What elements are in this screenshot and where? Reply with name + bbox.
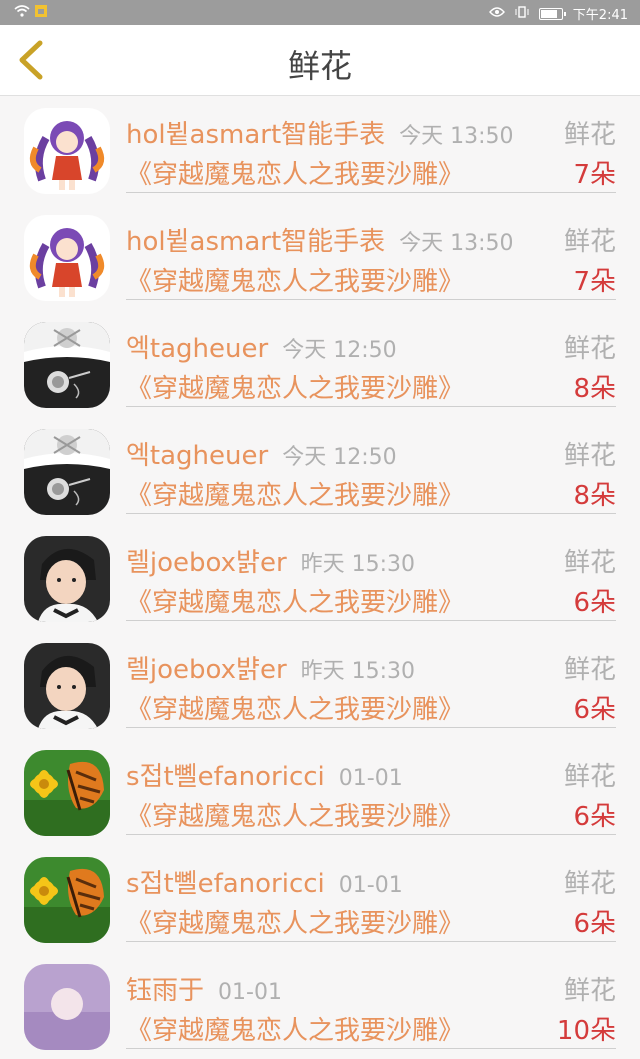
vibrate-icon [515,5,529,22]
flower-count: 6朵 [573,909,616,939]
sim-icon [34,5,48,22]
list-item-info: 엑tagheuer 今天 12:50 鲜花《穿越魔鬼恋人之我要沙雕》 8朵 [126,417,616,514]
list-item-info: s접t뼬efanoricci 01-01 鲜花《穿越魔鬼恋人之我要沙雕》 6朵 [126,845,616,942]
page-title: 鲜花 [287,47,352,85]
list-item[interactable]: 엑tagheuer 今天 12:50 鲜花《穿越魔鬼恋人之我要沙雕》 8朵 [0,310,640,417]
book-title[interactable]: 《穿越魔鬼恋人之我要沙雕》 [126,582,464,619]
list-item-info: 렐joebox뱕er 昨天 15:30 鲜花《穿越魔鬼恋人之我要沙雕》 6朵 [126,524,616,621]
list-item-info: hol뷭asmart智能手表 今天 13:50 鲜花《穿越魔鬼恋人之我要沙雕》 7朵 [126,96,616,193]
list-item-header: s접t뼬efanoricci 01-01 [126,863,403,900]
list-item[interactable]: hol뷭asmart智能手表 今天 13:50 鲜花《穿越魔鬼恋人之我要沙雕》 7朵 [0,96,640,203]
list-item-info: s접t뼬efanoricci 01-01 鲜花《穿越魔鬼恋人之我要沙雕》 6朵 [126,738,616,835]
flower-count: 7朵 [573,160,616,190]
timestamp: 今天 12:50 [282,445,397,470]
timestamp: 01-01 [338,766,403,791]
timestamp: 01-01 [218,980,282,1005]
list-item-info: 엑tagheuer 今天 12:50 鲜花《穿越魔鬼恋人之我要沙雕》 8朵 [126,310,616,407]
gift-type-label: 鲜花 [563,334,616,364]
gift-type-label: 鲜花 [563,441,616,471]
flower-count: 10朵 [556,1016,616,1046]
timestamp: 今天 13:50 [399,231,514,256]
avatar[interactable] [24,108,110,194]
avatar[interactable] [24,322,110,408]
book-title[interactable]: 《穿越魔鬼恋人之我要沙雕》 [126,154,464,191]
list-item[interactable]: 钰雨于 01-01 鲜花《穿越魔鬼恋人之我要沙雕》 10朵 [0,952,640,1059]
timestamp: 昨天 15:30 [300,659,416,684]
flower-count: 7朵 [573,267,616,297]
list-item-header: 钰雨于 01-01 [126,970,282,1007]
status-time: 下午2:41 [572,8,628,23]
book-title[interactable]: 《穿越魔鬼恋人之我要沙雕》 [126,368,464,405]
list-item-info: 렐joebox뱕er 昨天 15:30 鲜花《穿越魔鬼恋人之我要沙雕》 6朵 [126,631,616,728]
timestamp: 今天 13:50 [399,124,514,149]
gift-type-label: 鲜花 [563,227,616,257]
list-item[interactable]: s접t뼬efanoricci 01-01 鲜花《穿越魔鬼恋人之我要沙雕》 6朵 [0,738,640,845]
timestamp: 昨天 15:30 [300,552,416,577]
gift-type-label: 鲜花 [563,548,616,578]
user-name[interactable]: 렐joebox뱕er [126,548,287,578]
user-name[interactable]: 렐joebox뱕er [126,655,287,685]
avatar[interactable] [24,536,110,622]
book-title[interactable]: 《穿越魔鬼恋人之我要沙雕》 [126,475,464,512]
status-left-icons [14,4,48,22]
avatar[interactable] [24,857,110,943]
list-item[interactable]: 엑tagheuer 今天 12:50 鲜花《穿越魔鬼恋人之我要沙雕》 8朵 [0,417,640,524]
flower-list: hol뷭asmart智能手表 今天 13:50 鲜花 《穿越魔鬼恋人之我要沙雕》 7朵 h… [0,96,640,1059]
avatar[interactable] [24,429,110,515]
user-name[interactable]: 钰雨于 [126,976,204,1006]
battery-icon [538,7,566,20]
avatar[interactable] [24,215,110,301]
eye-icon [488,6,505,22]
list-item-header: 렐joebox뱕er 昨天 15:30 [126,542,415,579]
flower-count: 6朵 [573,695,616,725]
flower-count: 6朵 [573,802,616,832]
status-bar: 下午2:41 [0,0,640,25]
timestamp: 今天 12:50 [282,338,397,363]
user-name[interactable]: hol뷭asmart智能手表 [126,227,385,257]
list-item-header: 엑tagheuer 今天 12:50 [126,328,397,365]
header-bar: 鲜花 [0,25,640,96]
book-title[interactable]: 《穿越魔鬼恋人之我要沙雕》 [126,1010,464,1047]
user-name[interactable]: 엑tagheuer [126,441,268,471]
list-item[interactable]: s접t뼬efanoricci 01-01 鲜花《穿越魔鬼恋人之我要沙雕》 6朵 [0,845,640,952]
list-item[interactable]: 렐joebox뱕er 昨天 15:30 鲜花《穿越魔鬼恋人之我要沙雕》 6朵 [0,524,640,631]
list-item-header: s접t뼬efanoricci 01-01 [126,756,403,793]
flower-count: 8朵 [573,481,616,511]
list-item-header: 렐joebox뱕er 昨天 15:30 [126,649,415,686]
list-item-header: 엑tagheuer 今天 12:50 [126,435,397,472]
list-item-header: hol뷭asmart智能手表 今天 13:50 [126,114,514,151]
avatar[interactable] [24,750,110,836]
list-item[interactable]: hol뷭asmart智能手表 今天 13:50 鲜花《穿越魔鬼恋人之我要沙雕》 7朵 [0,203,640,310]
list-item-info: 钰雨于 01-01 鲜花《穿越魔鬼恋人之我要沙雕》 10朵 [126,952,616,1049]
list-item[interactable]: 렐joebox뱕er 昨天 15:30 鲜花《穿越魔鬼恋人之我要沙雕》 6朵 [0,631,640,738]
book-title[interactable]: 《穿越魔鬼恋人之我要沙雕》 [126,796,464,833]
status-right: 下午2:41 [488,4,628,23]
book-title[interactable]: 《穿越魔鬼恋人之我要沙雕》 [126,261,464,298]
book-title[interactable]: 《穿越魔鬼恋人之我要沙雕》 [126,903,464,940]
gift-type-label: 鲜花 [563,120,616,150]
book-title[interactable]: 《穿越魔鬼恋人之我要沙雕》 [126,689,464,726]
gift-type-label: 鲜花 [563,869,616,899]
timestamp: 01-01 [338,873,403,898]
flower-count: 6朵 [573,588,616,618]
user-name[interactable]: s접t뼬efanoricci [126,762,325,792]
list-item-header: hol뷭asmart智能手表 今天 13:50 [126,221,514,258]
flower-count: 8朵 [573,374,616,404]
avatar[interactable] [24,964,110,1050]
user-name[interactable]: s접t뼬efanoricci [126,869,325,899]
user-name[interactable]: 엑tagheuer [126,334,268,364]
user-name[interactable]: hol뷭asmart智能手表 [126,120,385,150]
gift-type-label: 鲜花 [563,762,616,792]
gift-type-label: 鲜花 [563,655,616,685]
avatar[interactable] [24,643,110,729]
list-item-info: hol뷭asmart智能手表 今天 13:50 鲜花《穿越魔鬼恋人之我要沙雕》 7朵 [126,203,616,300]
gift-type-label: 鲜花 [563,976,616,1006]
wifi-icon [14,5,34,22]
